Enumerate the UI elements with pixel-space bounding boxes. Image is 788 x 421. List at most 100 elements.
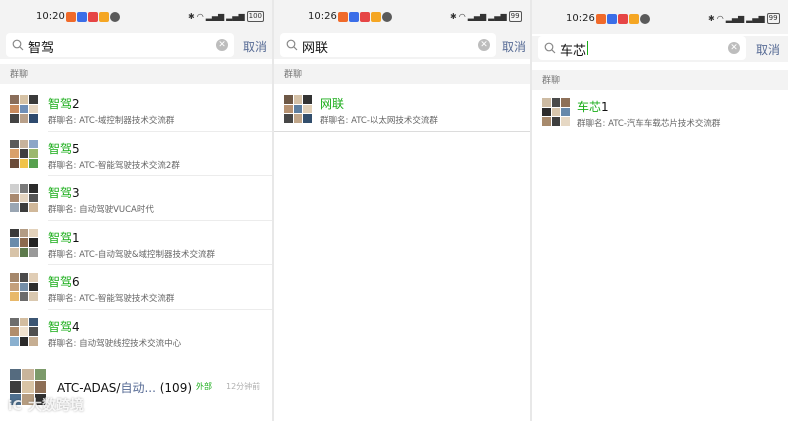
notification-icons: [66, 12, 120, 22]
system-status-icons: ✱ ◠ ▂▄▆ ▂▄▆ 99: [708, 13, 780, 24]
group-avatar: [10, 273, 38, 301]
external-tag: 外部: [196, 382, 212, 391]
result-list: 网联 群聊名: ATC-以太网技术交流群: [274, 87, 530, 132]
signal-icon: ▂▄▆: [746, 14, 765, 23]
search-input[interactable]: 车芯 ✕: [538, 36, 746, 60]
group-avatar: [10, 184, 38, 212]
signal-icon: ▂▄▆: [205, 12, 225, 21]
bluetooth-icon: ✱: [708, 14, 715, 23]
system-status-icons: ✱ ◠ ▂▄▆ ▂▄▆ 100: [188, 11, 264, 22]
chat-notification-icon: [640, 14, 650, 24]
group-name: 智驾1: [48, 229, 80, 246]
group-avatar: [10, 317, 38, 346]
group-name: 网联: [320, 95, 344, 112]
result-list: 车芯1 群聊名: ATC-汽车车载芯片技术交流群: [532, 90, 788, 135]
match-highlight: 网联: [320, 97, 345, 111]
search-input[interactable]: 智驾 ✕: [6, 33, 234, 57]
name-suffix: 4: [72, 319, 80, 334]
list-item[interactable]: 智驾2 群聊名: ATC-域控制器技术交流群: [0, 87, 272, 132]
status-bar: 10:20 ✱ ◠ ▂▄▆ ▂▄▆ 100: [0, 0, 272, 34]
app-notification-icon: [607, 14, 617, 24]
text-cursor: [587, 41, 588, 55]
name-suffix: 2: [72, 97, 80, 111]
group-avatar: [542, 98, 570, 126]
group-full-name: 群聊名: 自动驾驶线控技术交流中心: [48, 338, 182, 349]
group-avatar: [10, 139, 38, 168]
name-suffix: 3: [72, 186, 80, 200]
bluetooth-icon: ✱: [450, 12, 457, 21]
group-name: 智驾4: [48, 318, 80, 335]
section-header-group-chats: 群聊: [0, 64, 272, 84]
result-list: 智驾2 群聊名: ATC-域控制器技术交流群 智驾5 群聊名: ATC-智能驾驶…: [0, 87, 272, 354]
group-avatar: [10, 95, 38, 123]
group-name: 智驾2: [48, 95, 80, 112]
search-bar: 车芯 ✕ 取消: [532, 36, 788, 62]
name-suffix: 5: [72, 141, 80, 156]
watermark: iC 大数跨境: [8, 395, 84, 415]
match-highlight: 智驾: [48, 319, 73, 334]
clear-icon[interactable]: ✕: [728, 42, 740, 54]
app-notification-icon: [629, 14, 639, 24]
cancel-button[interactable]: 取消: [502, 38, 526, 55]
signal-icon: ▂▄▆: [226, 12, 245, 21]
app-notification-icon: [77, 12, 87, 22]
clear-icon[interactable]: ✕: [216, 39, 228, 51]
app-notification-icon: [618, 14, 628, 24]
list-item[interactable]: 智驾1 群聊名: ATC-自动驾驶&域控制器技术交流群: [0, 221, 272, 265]
bluetooth-icon: ✱: [188, 12, 195, 21]
system-status-icons: ✱ ◠ ▂▄▆ ▂▄▆ 99: [450, 11, 522, 22]
section-header-group-chats: 群聊: [532, 70, 788, 90]
search-bar: 智驾 ✕ 取消: [0, 33, 272, 59]
group-full-name: 群聊名: ATC-智能驾驶技术交流2群: [48, 160, 180, 171]
name-suffix: 1: [72, 230, 80, 245]
signal-icon: ▂▄▆: [488, 12, 507, 21]
name-suffix: 6: [72, 275, 80, 289]
search-icon: [544, 42, 556, 54]
app-notification-icon: [596, 14, 606, 24]
match-highlight: 车芯: [577, 100, 602, 114]
battery-icon: 99: [508, 11, 522, 22]
app-notification-icon: [99, 12, 109, 22]
search-query[interactable]: 网联: [302, 37, 328, 56]
watermark-text: 大数跨境: [28, 398, 84, 414]
match-highlight: 智驾: [48, 275, 73, 289]
notification-icons: [338, 12, 392, 22]
status-time: 10:26: [566, 13, 595, 24]
status-bar: 10:26 ✱ ◠ ▂▄▆ ▂▄▆ 99: [532, 0, 788, 34]
list-item[interactable]: 智驾5 群聊名: ATC-智能驾驶技术交流2群: [0, 132, 272, 176]
battery-icon: 100: [246, 11, 264, 22]
wifi-icon: ◠: [716, 14, 724, 23]
app-notification-icon: [349, 12, 359, 22]
search-query[interactable]: 智驾: [28, 37, 54, 56]
search-icon: [12, 39, 24, 51]
chat-title: ATC-ADAS/自动... (109): [57, 379, 192, 396]
notification-icons: [596, 14, 650, 24]
cancel-button[interactable]: 取消: [243, 38, 267, 55]
match-highlight: 智驾: [48, 230, 73, 245]
list-item[interactable]: 智驾4 群聊名: 自动驾驶线控技术交流中心: [0, 310, 272, 355]
app-notification-icon: [66, 12, 76, 22]
chat-timestamp: 12分钟前: [226, 382, 261, 391]
clear-icon[interactable]: ✕: [478, 39, 490, 51]
group-avatar: [284, 95, 312, 123]
match-highlight: 智驾: [48, 141, 73, 156]
group-full-name: 群聊名: ATC-以太网技术交流群: [320, 116, 438, 126]
search-icon: [286, 39, 298, 51]
search-input[interactable]: 网联 ✕: [280, 33, 496, 57]
app-notification-icon: [88, 12, 98, 22]
search-query[interactable]: 车芯: [560, 40, 586, 59]
match-highlight: 智驾: [48, 97, 73, 111]
list-item[interactable]: 网联 群聊名: ATC-以太网技术交流群: [274, 87, 530, 132]
match-highlight: 智驾: [48, 186, 73, 200]
group-name: 智驾6: [48, 273, 80, 290]
group-full-name: 群聊名: ATC-智能驾驶技术交流群: [48, 294, 175, 304]
list-item[interactable]: 智驾3 群聊名: 自动驾驶VUCA时代: [0, 176, 272, 221]
status-time: 10:26: [308, 11, 337, 22]
search-bar: 网联 ✕ 取消: [274, 33, 530, 59]
group-full-name: 群聊名: 自动驾驶VUCA时代: [48, 205, 154, 215]
list-item[interactable]: 智驾6 群聊名: ATC-智能驾驶技术交流群: [0, 265, 272, 310]
cancel-button[interactable]: 取消: [756, 41, 780, 58]
battery-icon: 99: [766, 13, 780, 24]
wifi-icon: ◠: [458, 12, 466, 21]
list-item[interactable]: 车芯1 群聊名: ATC-汽车车载芯片技术交流群: [532, 90, 788, 135]
